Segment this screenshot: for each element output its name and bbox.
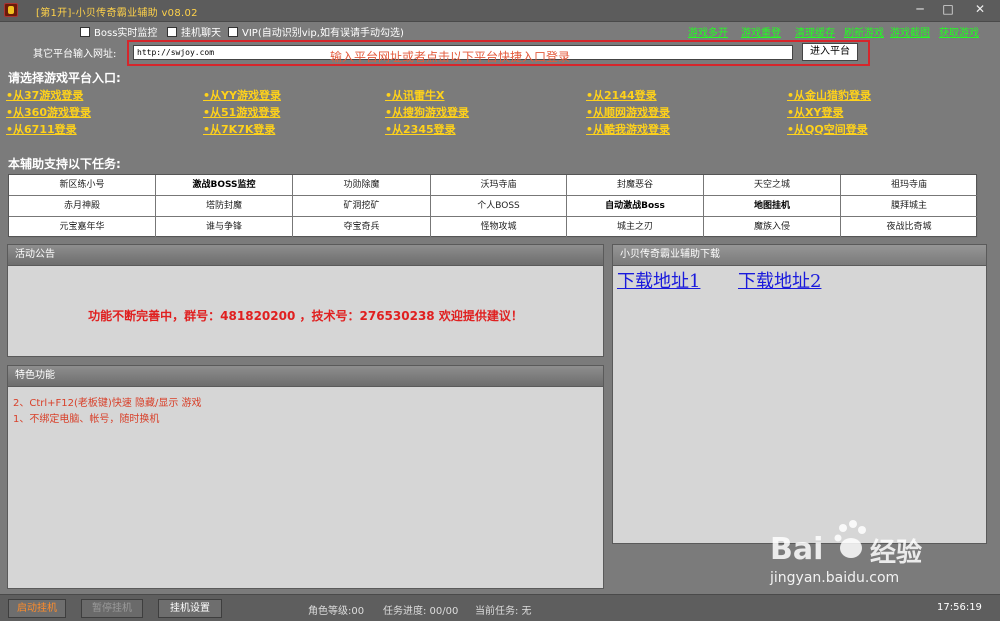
task-cell[interactable]: 自动激战Boss — [567, 196, 704, 217]
notice-text: 功能不断完善中，群号：481820200 ，技术号：276530238 欢迎提供… — [88, 309, 523, 323]
task-grid: 新区练小号 激战BOSS监控 功勋除魔 沃玛寺庙 封魔恶谷 天空之城 祖玛寺庙赤月神殿 塔防封… — [8, 174, 978, 238]
afk-settings-button[interactable]: 挂机设置 — [158, 599, 222, 618]
task-cell[interactable]: 夜战比奇城 — [841, 217, 978, 238]
start-afk-button[interactable]: 启动挂机 — [8, 599, 66, 618]
platform-link[interactable]: •从XY登录 — [787, 104, 843, 120]
close-button[interactable]: ✕ — [962, 0, 998, 20]
link-refresh[interactable]: 刷新游戏 — [844, 24, 884, 39]
watermark-brand: Bai — [770, 532, 824, 567]
title-bar: [第1开]-小贝传奇霸业辅助 v08.02 ─ □ ✕ — [0, 0, 1000, 22]
link-relogin[interactable]: 游戏重登 — [741, 24, 781, 39]
task-cell[interactable]: 谁与争锋 — [156, 217, 293, 238]
maximize-button[interactable]: □ — [934, 0, 962, 20]
task-cell[interactable]: 沃玛寺庙 — [431, 175, 567, 196]
link-get-game[interactable]: 获取游戏 — [939, 24, 979, 39]
task-cell[interactable]: 封魔恶谷 — [567, 175, 704, 196]
link-multi-open[interactable]: 游戏多开 — [688, 24, 728, 39]
task-cell[interactable]: 地图挂机 — [704, 196, 841, 217]
watermark-url: jingyan.baidu.com — [770, 570, 900, 586]
pause-afk-button[interactable]: 暂停挂机 — [81, 599, 143, 618]
url-hint: 输入平台网址或者点击以下平台快捷入口登录 — [330, 50, 571, 64]
features-panel: 特色功能 2、Ctrl+F12(老板键)快速 隐藏/显示 游戏 1、不绑定电脑、… — [7, 365, 604, 589]
download-panel: 小贝传奇霸业辅助下载 下载地址1 下载地址2 — [612, 244, 987, 544]
task-cell[interactable]: 元宝嘉年华 — [9, 217, 156, 238]
platform-link[interactable]: •从金山猎豹登录 — [787, 87, 871, 103]
platforms-title: 请选择游戏平台入口: — [8, 71, 121, 85]
feature-line: 2、Ctrl+F12(老板键)快速 隐藏/显示 游戏 — [13, 398, 202, 409]
option-boss-monitor[interactable]: Boss实时监控 — [80, 24, 157, 39]
tasks-title: 本辅助支持以下任务: — [8, 157, 121, 171]
task-cell[interactable]: 夺宝奇兵 — [293, 217, 431, 238]
minimize-button[interactable]: ─ — [906, 0, 934, 20]
watermark-brand-2: 经验 — [870, 538, 923, 568]
platform-link[interactable]: •从51游戏登录 — [203, 104, 280, 120]
task-cell[interactable]: 天空之城 — [704, 175, 841, 196]
paw-icon — [834, 518, 868, 562]
download-link-2[interactable]: 下载地址2 — [738, 267, 821, 293]
option-label: 挂机聊天 — [181, 28, 221, 39]
clock: 17:56:19 — [937, 602, 982, 613]
option-afk-chat[interactable]: 挂机聊天 — [167, 24, 221, 39]
platform-link[interactable]: •从YY游戏登录 — [203, 87, 281, 103]
option-vip[interactable]: VIP(自动识别vip,如有误请手动勾选) — [228, 24, 404, 39]
download-panel-title: 小贝传奇霸业辅助下载 — [613, 245, 986, 266]
task-cell[interactable]: 魔族入侵 — [704, 217, 841, 238]
enter-platform-button[interactable]: 进入平台 — [802, 43, 858, 61]
platform-link[interactable]: •从搜狗游戏登录 — [385, 104, 469, 120]
notice-panel: 活动公告 功能不断完善中，群号：481820200 ，技术号：276530238… — [7, 244, 604, 357]
task-cell[interactable]: 赤月神殿 — [9, 196, 156, 217]
platform-link[interactable]: •从37游戏登录 — [6, 87, 83, 103]
window-title: [第1开]-小贝传奇霸业辅助 v08.02 — [36, 8, 198, 19]
task-cell[interactable]: 功勋除魔 — [293, 175, 431, 196]
option-label: Boss实时监控 — [94, 28, 158, 39]
platform-link[interactable]: •从360游戏登录 — [6, 104, 91, 120]
platform-link[interactable]: •从2144登录 — [586, 87, 657, 103]
link-clear-cache[interactable]: 清理缓存 — [795, 24, 835, 39]
platform-link[interactable]: •从7K7K登录 — [203, 121, 275, 137]
current-task: 当前任务: 无 — [475, 606, 532, 617]
option-label: VIP(自动识别vip,如有误请手动勾选) — [242, 28, 404, 39]
platform-link[interactable]: •从QQ空间登录 — [787, 121, 868, 137]
checkbox-icon[interactable] — [167, 26, 177, 37]
baidu-watermark: Bai 经验 jingyan.baidu.com — [770, 518, 970, 598]
platform-link[interactable]: •从2345登录 — [385, 121, 456, 137]
task-cell[interactable]: 新区练小号 — [9, 175, 156, 196]
features-panel-title: 特色功能 — [8, 366, 603, 387]
task-cell[interactable]: 城主之刃 — [567, 217, 704, 238]
app-icon — [4, 3, 18, 17]
task-cell[interactable]: 怪物攻城 — [431, 217, 567, 238]
status-bar: 启动挂机 暂停挂机 挂机设置 角色等级:00 任务进度: 00/00 当前任务:… — [0, 594, 1000, 621]
task-progress: 任务进度: 00/00 — [383, 606, 459, 617]
link-screenshot[interactable]: 游戏截图 — [890, 24, 930, 39]
platform-link[interactable]: •从酷我游戏登录 — [586, 121, 670, 137]
download-link-1[interactable]: 下载地址1 — [617, 267, 700, 293]
role-level: 角色等级:00 — [308, 606, 365, 617]
checkbox-icon[interactable] — [228, 26, 238, 37]
task-cell[interactable]: 祖玛寺庙 — [841, 175, 978, 196]
task-cell[interactable]: 矿洞挖矿 — [293, 196, 431, 217]
task-cell[interactable]: 个人BOSS — [431, 196, 567, 217]
platform-link[interactable]: •从顺网游戏登录 — [586, 104, 670, 120]
url-label: 其它平台输入网址: — [33, 49, 117, 60]
feature-line: 1、不绑定电脑、帐号，随时换机 — [13, 414, 160, 425]
task-cell[interactable]: 激战BOSS监控 — [156, 175, 293, 196]
task-cell[interactable]: 塔防封魔 — [156, 196, 293, 217]
platform-link[interactable]: •从讯雷牛X — [385, 87, 445, 103]
platform-link[interactable]: •从6711登录 — [6, 121, 77, 137]
task-cell[interactable]: 膜拜城主 — [841, 196, 978, 217]
checkbox-icon[interactable] — [80, 26, 90, 37]
notice-panel-title: 活动公告 — [8, 245, 603, 266]
